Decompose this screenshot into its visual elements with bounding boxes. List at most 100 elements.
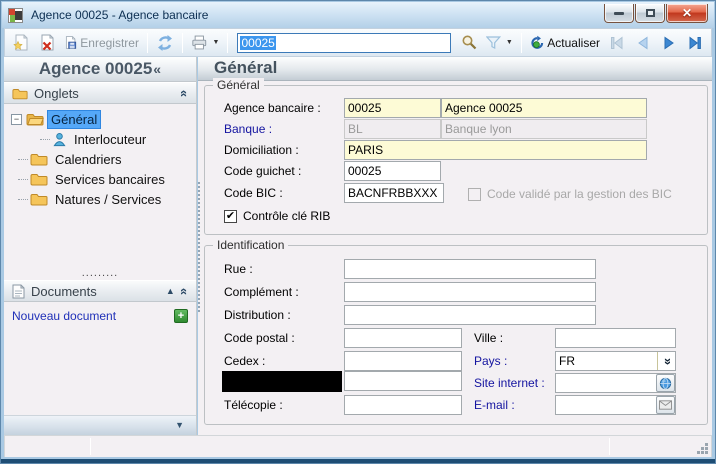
collapse-panel-icon[interactable]: « xyxy=(177,287,192,294)
previous-record-button[interactable] xyxy=(631,31,655,55)
controle-cle-rib-label: Contrôle clé RIB xyxy=(243,209,330,223)
tree-connector xyxy=(40,139,50,140)
search-button[interactable] xyxy=(457,31,481,55)
code-valide-bic-label: Code validé par la gestion des BIC xyxy=(487,187,672,201)
close-icon: ✕ xyxy=(682,6,692,20)
collapse-node-icon[interactable]: − xyxy=(11,114,22,125)
search-input-value: 00025 xyxy=(240,36,275,50)
checkbox-checked-icon: ✔ xyxy=(224,210,237,223)
collapse-left-icon[interactable]: « xyxy=(153,61,161,77)
refresh-data-button[interactable]: Actualiser xyxy=(527,31,603,55)
last-record-icon xyxy=(687,35,703,51)
code-bic-label: Code BIC : xyxy=(224,183,283,203)
filter-dropdown-caret-icon: ▼ xyxy=(506,39,513,46)
record-search-input[interactable]: 00025 xyxy=(237,33,451,53)
toolbar-separator xyxy=(182,33,183,53)
scroll-down-icon[interactable]: ▼ xyxy=(175,420,184,430)
first-record-button[interactable] xyxy=(605,31,629,55)
toolbar: Enregistrer ▼ 00025 ▼ Actualiser xyxy=(4,28,712,57)
app-window: Agence 00025 - Agence bancaire ✕ Enregis… xyxy=(0,0,716,464)
refresh-icon xyxy=(156,34,174,52)
minimize-button[interactable] xyxy=(604,4,634,23)
controle-cle-rib-checkbox[interactable]: ✔ Contrôle clé RIB xyxy=(224,207,330,225)
person-icon xyxy=(52,132,67,147)
refresh-data-label: Actualiser xyxy=(547,36,600,50)
tree-item-services-bancaires[interactable]: Services bancaires xyxy=(4,169,196,189)
first-record-icon xyxy=(609,35,625,51)
telecopie-field[interactable] xyxy=(344,395,462,415)
print-dropdown-caret-icon: ▼ xyxy=(213,39,220,46)
collapse-panel-icon[interactable]: « xyxy=(177,89,192,96)
banque-name-field xyxy=(441,119,647,139)
new-record-button[interactable] xyxy=(9,31,33,55)
new-document-link[interactable]: Nouveau document xyxy=(12,309,116,323)
agence-code-field[interactable] xyxy=(344,98,441,118)
window-bottom-border xyxy=(1,459,715,463)
pays-dropdown-button[interactable]: « xyxy=(657,352,675,370)
last-record-button[interactable] xyxy=(683,31,707,55)
statusbar-separator xyxy=(609,438,610,455)
tree-connector xyxy=(18,159,28,160)
save-button[interactable]: Enregistrer xyxy=(61,31,142,55)
code-guichet-field[interactable] xyxy=(344,161,441,181)
envelope-icon xyxy=(659,400,672,410)
complement-label: Complément : xyxy=(224,282,299,302)
rue-label: Rue : xyxy=(224,259,253,279)
print-button[interactable]: ▼ xyxy=(188,31,223,55)
agence-name-field[interactable] xyxy=(441,98,647,118)
new-document-icon xyxy=(13,34,30,51)
tree-item-interlocuteur[interactable]: Interlocuteur xyxy=(4,129,196,149)
tree-item-natures-services[interactable]: Natures / Services xyxy=(4,189,196,209)
code-postal-label: Code postal : xyxy=(224,328,295,348)
add-document-button[interactable]: + xyxy=(174,309,188,323)
site-internet-field[interactable] xyxy=(555,373,676,393)
code-postal-field[interactable] xyxy=(344,328,462,348)
toolbar-separator xyxy=(227,33,228,53)
filter-button[interactable]: ▼ xyxy=(483,31,516,55)
complement-field[interactable] xyxy=(344,282,596,302)
group-general-legend: Général xyxy=(213,78,264,92)
pays-combo[interactable]: FR « xyxy=(555,351,676,371)
close-button[interactable]: ✕ xyxy=(666,4,708,23)
delete-icon xyxy=(39,34,56,51)
open-website-button[interactable] xyxy=(656,374,675,392)
domiciliation-field[interactable] xyxy=(344,140,647,160)
panel-header-documents[interactable]: Documents ▲ « xyxy=(4,280,196,302)
restore-button[interactable] xyxy=(635,4,665,23)
filter-icon xyxy=(486,35,501,50)
delete-record-button[interactable] xyxy=(35,31,59,55)
code-bic-field[interactable] xyxy=(344,183,444,203)
panel-header-onglets[interactable]: Onglets « xyxy=(4,82,196,104)
scroll-up-icon[interactable]: ▲ xyxy=(166,286,175,296)
ville-field[interactable] xyxy=(555,328,676,348)
telephone-field[interactable] xyxy=(344,371,462,391)
sidebar: Agence 00025« Onglets « − Général Interl… xyxy=(4,57,197,435)
refresh-button[interactable] xyxy=(153,31,177,55)
send-email-button[interactable] xyxy=(656,396,675,414)
group-identification-legend: Identification xyxy=(213,238,288,252)
tree-item-general[interactable]: − Général xyxy=(4,109,196,129)
tree-connector xyxy=(18,199,28,200)
resize-grip[interactable] xyxy=(696,442,708,454)
email-field[interactable] xyxy=(555,395,676,415)
documents-list: Nouveau document + xyxy=(4,302,196,323)
printer-icon xyxy=(191,34,208,51)
titlebar: Agence 00025 - Agence bancaire ✕ xyxy=(2,2,714,28)
actualiser-icon xyxy=(530,34,545,52)
rue-field[interactable] xyxy=(344,259,596,279)
tabs-tree: − Général Interlocuteur Calendriers Serv… xyxy=(4,104,196,209)
tree-item-general-label: Général xyxy=(47,110,101,129)
toolbar-separator xyxy=(147,33,148,53)
next-record-button[interactable] xyxy=(657,31,681,55)
panel-splitter-handle[interactable]: ......... xyxy=(4,264,196,280)
email-label: E-mail : xyxy=(474,395,515,415)
telecopie-label: Télécopie : xyxy=(224,395,283,415)
distribution-field[interactable] xyxy=(344,305,596,325)
ville-label: Ville : xyxy=(474,328,503,348)
cedex-field[interactable] xyxy=(344,351,462,371)
window-controls: ✕ xyxy=(604,2,708,23)
tree-item-calendriers[interactable]: Calendriers xyxy=(4,149,196,169)
chevron-double-down-icon: « xyxy=(659,357,674,364)
tree-item-interlocuteur-label: Interlocuteur xyxy=(71,131,149,148)
open-folder-icon xyxy=(26,112,44,126)
